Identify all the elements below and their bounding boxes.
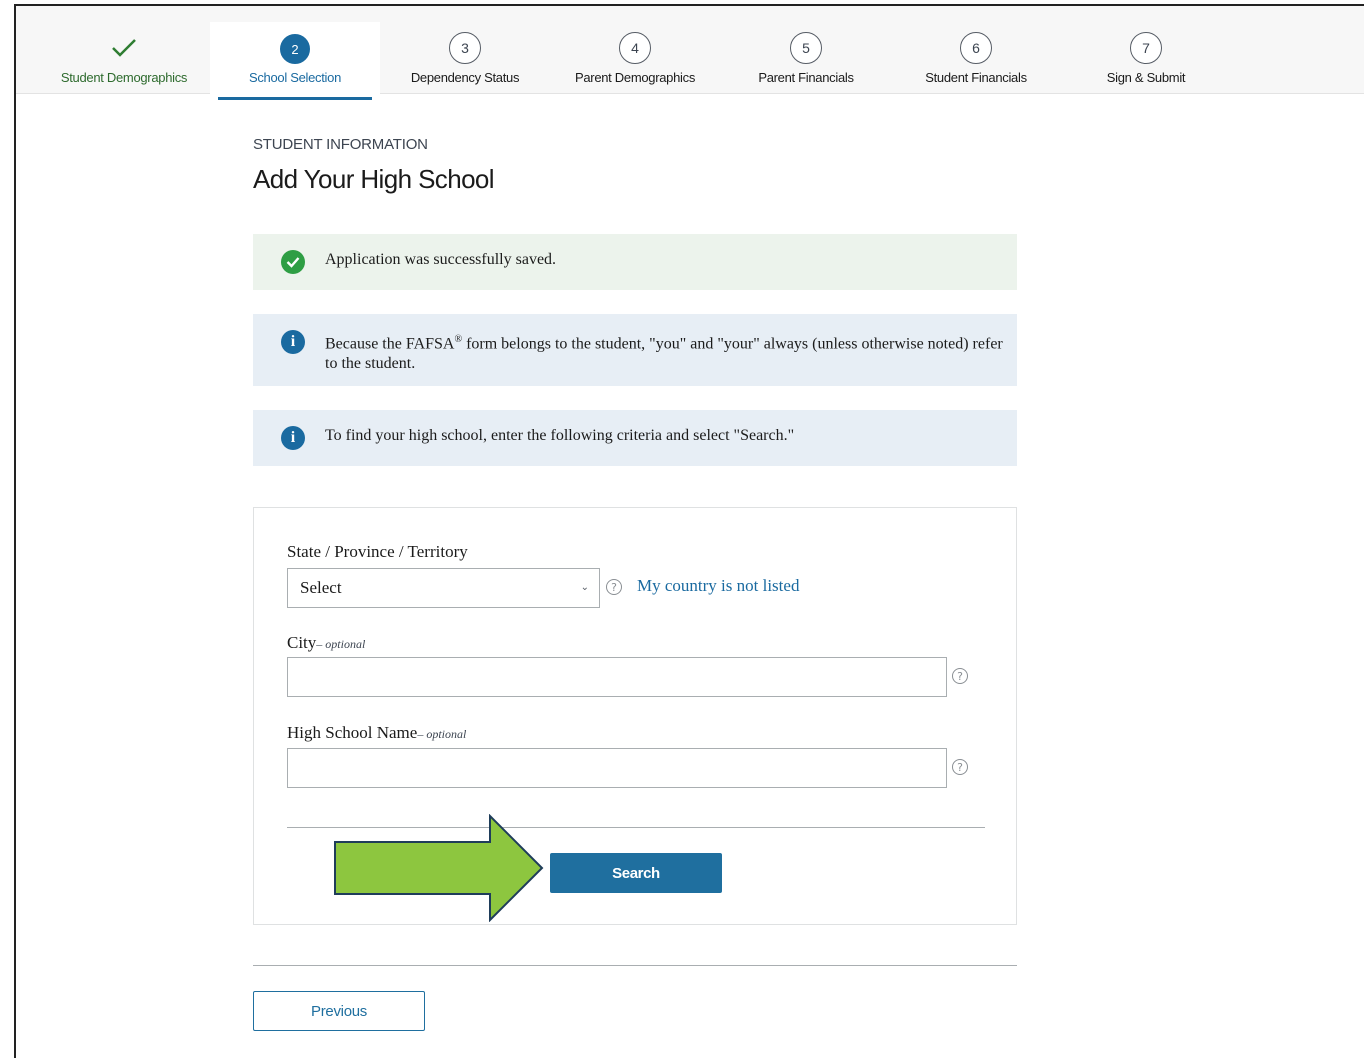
step-parent-demographics[interactable]: 4 Parent Demographics (550, 6, 720, 94)
step-number: 2 (280, 34, 310, 64)
info-alert-search: i To find your high school, enter the fo… (253, 410, 1017, 466)
info-alert-fafsa: i Because the FAFSA® form belongs to the… (253, 314, 1017, 386)
country-not-listed-link[interactable]: My country is not listed (637, 576, 799, 596)
checkmark-icon (108, 32, 140, 64)
previous-button[interactable]: Previous (253, 991, 425, 1031)
bottom-divider (253, 965, 1017, 966)
step-number: 7 (1130, 32, 1162, 64)
city-label: City– optional (287, 633, 366, 652)
school-name-label: High School Name– optional (287, 723, 467, 742)
check-circle-icon (281, 250, 305, 274)
step-dependency-status[interactable]: 3 Dependency Status (380, 6, 550, 94)
page-title: Add Your High School (253, 164, 495, 194)
section-eyebrow: STUDENT INFORMATION (253, 136, 428, 153)
help-icon[interactable]: ? (952, 759, 968, 775)
annotation-arrow-icon (334, 814, 544, 922)
step-sign-submit[interactable]: 7 Sign & Submit (1061, 6, 1231, 94)
info-message-fafsa: Because the FAFSA® form belongs to the s… (325, 334, 1003, 373)
step-label: Student Financials (925, 70, 1027, 85)
state-select-value: Select (300, 578, 342, 597)
state-label: State / Province / Territory (287, 542, 468, 561)
help-icon[interactable]: ? (606, 579, 622, 595)
info-icon: i (281, 426, 305, 450)
info-message-search: To find your high school, enter the foll… (325, 427, 795, 444)
success-message: Application was successfully saved. (325, 251, 557, 268)
step-label: School Selection (248, 70, 342, 85)
step-label: Dependency Status (410, 70, 520, 85)
school-name-input[interactable] (287, 748, 947, 788)
help-icon[interactable]: ? (952, 668, 968, 684)
step-school-selection[interactable]: 2 School Selection (210, 22, 380, 100)
chevron-down-icon: ⌄ (580, 582, 589, 593)
state-select[interactable]: Select ⌄ (287, 568, 600, 608)
step-parent-financials[interactable]: 5 Parent Financials (721, 6, 891, 94)
step-number: 3 (449, 32, 481, 64)
step-number: 5 (790, 32, 822, 64)
step-number: 6 (960, 32, 992, 64)
step-student-demographics[interactable]: Student Demographics (39, 6, 209, 94)
step-label: Sign & Submit (1106, 70, 1186, 85)
step-number: 4 (619, 32, 651, 64)
success-alert: Application was successfully saved. (253, 234, 1017, 290)
info-icon: i (281, 330, 305, 354)
search-button[interactable]: Search (550, 853, 722, 893)
step-label: Parent Financials (758, 70, 854, 85)
progress-stepper: Student Demographics 2 School Selection … (16, 6, 1364, 100)
city-input[interactable] (287, 657, 947, 697)
step-label: Student Demographics (60, 70, 188, 85)
step-label: Parent Demographics (574, 70, 696, 85)
step-student-financials[interactable]: 6 Student Financials (891, 6, 1061, 94)
